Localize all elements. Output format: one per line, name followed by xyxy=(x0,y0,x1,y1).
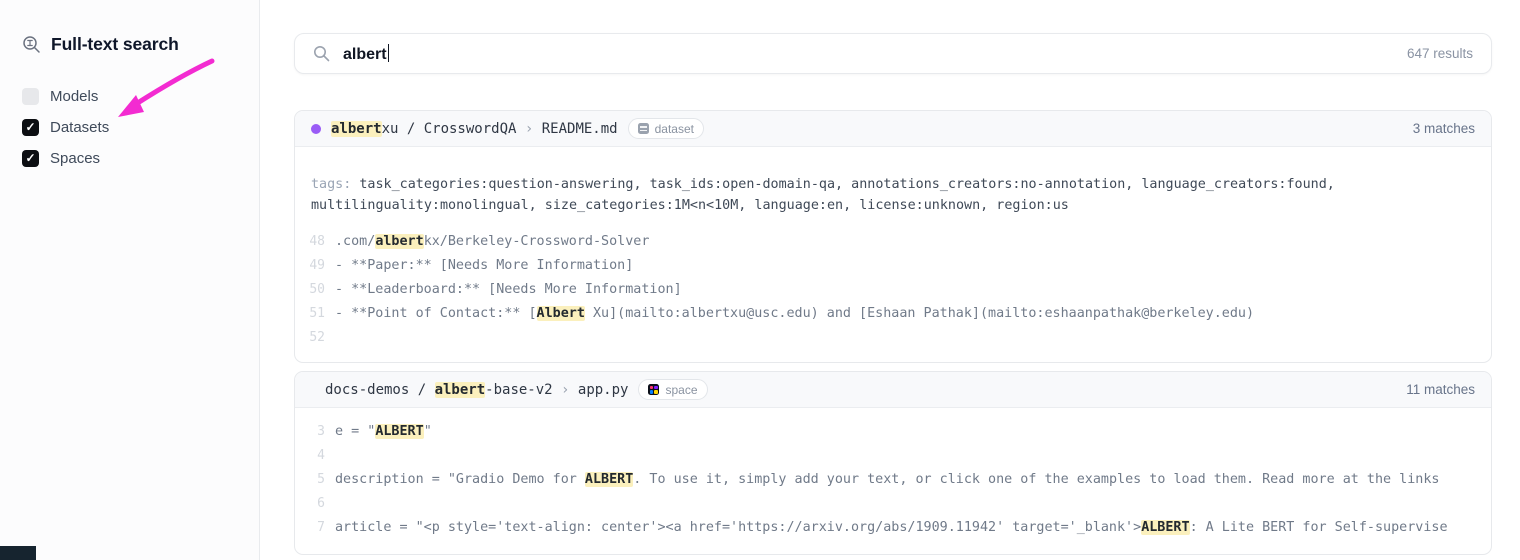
text-segment: - **Leaderboard:** [Needs More Informati… xyxy=(335,282,682,297)
text-segment: docs-demos / xyxy=(325,382,435,398)
badge-label: dataset xyxy=(655,122,694,136)
sidebar: Full-text search Models ✓ Datasets ✓ Spaces xyxy=(0,0,260,560)
tags-label: tags: xyxy=(311,177,351,192)
line-number: 50 xyxy=(305,278,325,302)
code-line: 52 xyxy=(295,326,1491,350)
sidebar-item-datasets[interactable]: ✓ Datasets xyxy=(22,118,259,136)
search-bar[interactable]: albert 647 results xyxy=(294,33,1492,74)
text-segment: description = "Gradio Demo for xyxy=(335,472,585,487)
code-line: 3 e = "ALBERT" xyxy=(295,420,1491,444)
text-segment: -base-v2 xyxy=(485,382,552,398)
text-segment: .com/ xyxy=(335,234,375,249)
line-number: 48 xyxy=(305,230,325,254)
text-caret xyxy=(388,44,390,62)
text-segment: . To use it, simply add your text, or cl… xyxy=(633,472,1439,487)
sidebar-header: Full-text search xyxy=(22,34,259,55)
result-header[interactable]: docs-demos / albert-base-v2 › app.py spa… xyxy=(295,372,1491,408)
code-snippet: 48 .com/albertkx/Berkeley-Crossword-Solve… xyxy=(295,230,1491,362)
highlighted-match: albert xyxy=(331,121,382,137)
text-segment: e = " xyxy=(335,424,375,439)
highlighted-match: albert xyxy=(435,382,486,398)
code-line: 7 article = "<p style='text-align: center… xyxy=(295,516,1491,540)
result-header[interactable]: albertxu / CrosswordQA › README.md datas… xyxy=(295,111,1491,147)
line-number: 6 xyxy=(305,492,325,516)
text-segment: › xyxy=(516,121,541,137)
code-text xyxy=(335,444,1491,468)
code-text: article = "<p style='text-align: center'… xyxy=(335,516,1491,540)
line-number: 51 xyxy=(305,302,325,326)
repo-type-badge: dataset xyxy=(628,118,704,139)
code-text: .com/albertkx/Berkeley-Crossword-Solver xyxy=(335,230,1491,254)
page-title: Full-text search xyxy=(51,34,179,55)
code-line: 48 .com/albertkx/Berkeley-Crossword-Solve… xyxy=(295,230,1491,254)
line-number: 5 xyxy=(305,468,325,492)
result-card: albertxu / CrosswordQA › README.md datas… xyxy=(294,110,1492,363)
badge-label: space xyxy=(665,383,697,397)
repo-title-link[interactable]: albertxu / CrosswordQA › README.md xyxy=(331,121,618,137)
highlighted-match: albert xyxy=(375,234,423,249)
main-content: albert 647 results albertxu / CrosswordQ… xyxy=(260,0,1520,560)
search-icon xyxy=(313,45,330,62)
code-text: description = "Gradio Demo for ALBERT. T… xyxy=(335,468,1491,492)
dataset-icon xyxy=(638,123,649,134)
code-text xyxy=(335,326,1491,350)
repo-title-link[interactable]: docs-demos / albert-base-v2 › app.py xyxy=(325,382,628,398)
code-line: 4 xyxy=(295,444,1491,468)
highlighted-match: ALBERT xyxy=(585,472,633,487)
check-icon: ✓ xyxy=(25,121,35,133)
highlighted-match: ALBERT xyxy=(375,424,423,439)
code-text: e = "ALBERT" xyxy=(335,420,1491,444)
checkbox-unchecked-icon[interactable] xyxy=(22,88,39,105)
highlighted-match: ALBERT xyxy=(1141,520,1189,535)
code-snippet: 3e = "ALBERT"45description = "Gradio Dem… xyxy=(295,420,1491,554)
text-segment: › xyxy=(553,382,578,398)
check-icon: ✓ xyxy=(25,152,35,164)
highlighted-match: Albert xyxy=(537,306,585,321)
text-segment: Xu](mailto:albertxu@usc.edu) and [Eshaan… xyxy=(585,306,1254,321)
checkbox-checked-icon[interactable]: ✓ xyxy=(22,119,39,136)
match-count: 3 matches xyxy=(1413,121,1475,136)
result-card: docs-demos / albert-base-v2 › app.py spa… xyxy=(294,371,1492,555)
text-segment: " xyxy=(424,424,432,439)
line-number: 7 xyxy=(305,516,325,540)
filter-label: Datasets xyxy=(50,119,109,136)
line-number: 3 xyxy=(305,420,325,444)
code-text: - **Paper:** [Needs More Information] xyxy=(335,254,1491,278)
space-icon xyxy=(648,384,659,395)
line-number: 4 xyxy=(305,444,325,468)
repo-type-badge: space xyxy=(638,379,707,400)
sidebar-item-models[interactable]: Models xyxy=(22,87,259,105)
text-segment: - **Point of Contact:** [ xyxy=(335,306,537,321)
code-line: 49 - **Paper:** [Needs More Information] xyxy=(295,254,1491,278)
line-number: 49 xyxy=(305,254,325,278)
bottom-left-fragment xyxy=(0,546,36,560)
repo-avatar-dot xyxy=(311,124,321,134)
text-segment: README.md xyxy=(542,121,618,137)
code-line: 6 xyxy=(295,492,1491,516)
text-segment: article = "<p style='text-align: center'… xyxy=(335,520,1141,535)
text-segment: kx/Berkeley-Crossword-Solver xyxy=(424,234,650,249)
code-line: 51 - **Point of Contact:** [Albert Xu](ma… xyxy=(295,302,1491,326)
code-line: 5 description = "Gradio Demo for ALBERT. … xyxy=(295,468,1491,492)
filter-list: Models ✓ Datasets ✓ Spaces xyxy=(22,87,259,167)
text-segment: app.py xyxy=(578,382,629,398)
filter-label: Spaces xyxy=(50,150,100,167)
match-count: 11 matches xyxy=(1406,382,1475,397)
text-search-icon xyxy=(22,35,41,54)
results-count: 647 results xyxy=(1407,46,1473,61)
text-segment: : A Lite BERT for Self-supervise xyxy=(1190,520,1448,535)
tags-line: tags: task_categories:question-answering… xyxy=(295,160,1491,216)
sidebar-item-spaces[interactable]: ✓ Spaces xyxy=(22,149,259,167)
filter-label: Models xyxy=(50,88,98,105)
line-number: 52 xyxy=(305,326,325,350)
code-text: - **Leaderboard:** [Needs More Informati… xyxy=(335,278,1491,302)
text-segment: - **Paper:** [Needs More Information] xyxy=(335,258,633,273)
code-text: - **Point of Contact:** [Albert Xu](mail… xyxy=(335,302,1491,326)
tags-text: task_categories:question-answering, task… xyxy=(311,177,1335,213)
search-input[interactable]: albert xyxy=(343,44,389,64)
text-segment: xu / CrosswordQA xyxy=(382,121,517,137)
code-line: 50 - **Leaderboard:** [Needs More Informa… xyxy=(295,278,1491,302)
checkbox-checked-icon[interactable]: ✓ xyxy=(22,150,39,167)
code-text xyxy=(335,492,1491,516)
